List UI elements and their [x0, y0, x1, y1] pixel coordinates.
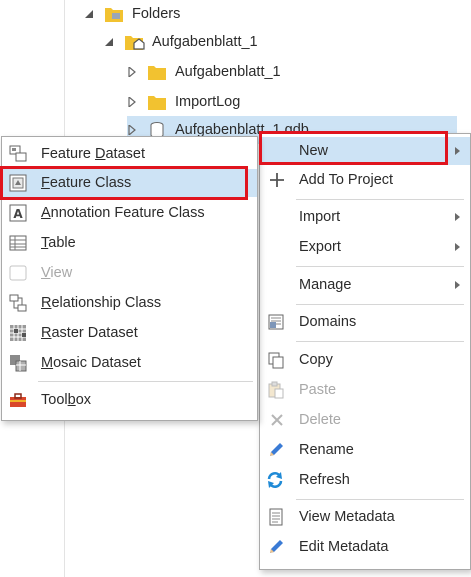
expanded-triangle-icon[interactable] [84, 9, 94, 19]
menu-item-relationship-class[interactable]: Relationship Class [2, 289, 257, 317]
tree-label: Aufgabenblatt_1 [175, 64, 281, 80]
context-menu: New Add To Project Import Export Manage … [259, 133, 471, 570]
feature-class-icon [8, 173, 28, 193]
menu-item-label: Refresh [299, 472, 350, 488]
raster-dataset-icon [8, 323, 28, 343]
menu-item-copy[interactable]: Copy [260, 346, 470, 374]
menu-item-view-metadata[interactable]: View Metadata [260, 503, 470, 531]
menu-item-label: Toolbox [41, 392, 92, 408]
menu-item-raster-dataset[interactable]: Raster Dataset [2, 319, 257, 347]
menu-item-label: Relationship Class [41, 295, 162, 311]
menu-item-import[interactable]: Import [260, 203, 470, 231]
annotation-icon: A [8, 203, 28, 223]
menu-item-domains[interactable]: Domains [260, 308, 470, 336]
menu-item-label: Add To Project [299, 172, 394, 188]
metadata-document-icon [266, 507, 286, 527]
home-folder-icon [124, 33, 145, 51]
menu-item-annotation-feature-class[interactable]: A Annotation Feature Class [2, 199, 257, 227]
folder-icon [147, 93, 167, 111]
collapsed-triangle-icon[interactable] [127, 125, 137, 135]
tree-item-folder[interactable]: Aufgabenblatt_1 [127, 58, 281, 86]
menu-item-edit-metadata[interactable]: Edit Metadata [260, 533, 470, 561]
menu-item-feature-class[interactable]: Feature Class [2, 169, 257, 197]
feature-dataset-icon [8, 144, 28, 164]
menu-separator [296, 199, 464, 200]
menu-item-rename[interactable]: Rename [260, 436, 470, 464]
menu-item-feature-dataset[interactable]: Feature Dataset [2, 140, 257, 168]
menu-item-label: Manage [299, 277, 352, 293]
tree-item-importlog[interactable]: ImportLog [127, 88, 240, 116]
tree-label: ImportLog [175, 94, 241, 110]
submenu-arrow-icon [455, 281, 460, 289]
menu-item-label: Rename [299, 442, 354, 458]
menu-item-label: Domains [299, 314, 357, 330]
mosaic-dataset-icon [8, 353, 28, 373]
pencil-icon [266, 440, 286, 460]
copy-icon [266, 350, 286, 370]
view-icon [8, 263, 28, 283]
menu-separator [296, 499, 464, 500]
expanded-triangle-icon[interactable] [104, 37, 114, 47]
domains-icon [266, 312, 286, 332]
svg-text:A: A [13, 207, 23, 221]
menu-item-export[interactable]: Export [260, 233, 470, 261]
menu-item-new[interactable]: New [260, 137, 470, 165]
folder-icon [147, 63, 167, 81]
menu-item-label: Feature Class [41, 175, 132, 191]
menu-item-label: Feature Dataset [41, 146, 145, 162]
menu-item-label: Delete [299, 412, 341, 428]
paste-icon [266, 380, 286, 400]
refresh-icon [265, 470, 285, 490]
menu-item-label: Annotation Feature Class [41, 205, 205, 221]
menu-item-refresh[interactable]: Refresh [260, 466, 470, 494]
menu-item-view[interactable]: View [2, 259, 257, 287]
menu-separator [296, 266, 464, 267]
menu-item-delete[interactable]: Delete [260, 406, 470, 434]
new-submenu: Feature Dataset Feature Class A Annotati… [1, 136, 258, 421]
menu-item-label: Mosaic Dataset [41, 355, 141, 371]
submenu-arrow-icon [455, 243, 460, 251]
tree-label: Aufgabenblatt_1 [152, 34, 258, 50]
menu-item-label: New [299, 143, 329, 159]
menu-item-label: Raster Dataset [41, 325, 138, 341]
relationship-class-icon [8, 293, 28, 313]
menu-item-label: Table [41, 235, 76, 251]
pencil-icon [266, 537, 286, 557]
menu-separator [38, 381, 253, 382]
menu-item-table[interactable]: Table [2, 229, 257, 257]
toolbox-icon [8, 390, 28, 410]
menu-item-mosaic-dataset[interactable]: Mosaic Dataset [2, 349, 257, 377]
menu-item-label: View [41, 265, 73, 281]
menu-item-label: Edit Metadata [299, 539, 389, 555]
submenu-arrow-icon [455, 147, 460, 155]
collapsed-triangle-icon[interactable] [127, 67, 137, 77]
delete-icon [267, 410, 287, 430]
menu-item-add-to-project[interactable]: Add To Project [260, 166, 470, 194]
menu-item-label: Paste [299, 382, 337, 398]
menu-item-paste[interactable]: Paste [260, 376, 470, 404]
folder-connections-icon [104, 5, 124, 23]
submenu-arrow-icon [455, 213, 460, 221]
menu-item-label: View Metadata [299, 509, 395, 525]
table-icon [8, 233, 28, 253]
tree-item-folders[interactable]: Folders [84, 0, 180, 28]
menu-item-manage[interactable]: Manage [260, 271, 470, 299]
menu-item-label: Import [299, 209, 341, 225]
menu-separator [296, 304, 464, 305]
tree-label: Folders [132, 6, 181, 22]
menu-item-toolbox[interactable]: Toolbox [2, 386, 257, 414]
collapsed-triangle-icon[interactable] [127, 97, 137, 107]
plus-icon [267, 170, 287, 190]
tree-item-home-folder[interactable]: Aufgabenblatt_1 [104, 28, 258, 56]
menu-item-label: Copy [299, 352, 333, 368]
menu-separator [296, 341, 464, 342]
menu-item-label: Export [299, 239, 341, 255]
